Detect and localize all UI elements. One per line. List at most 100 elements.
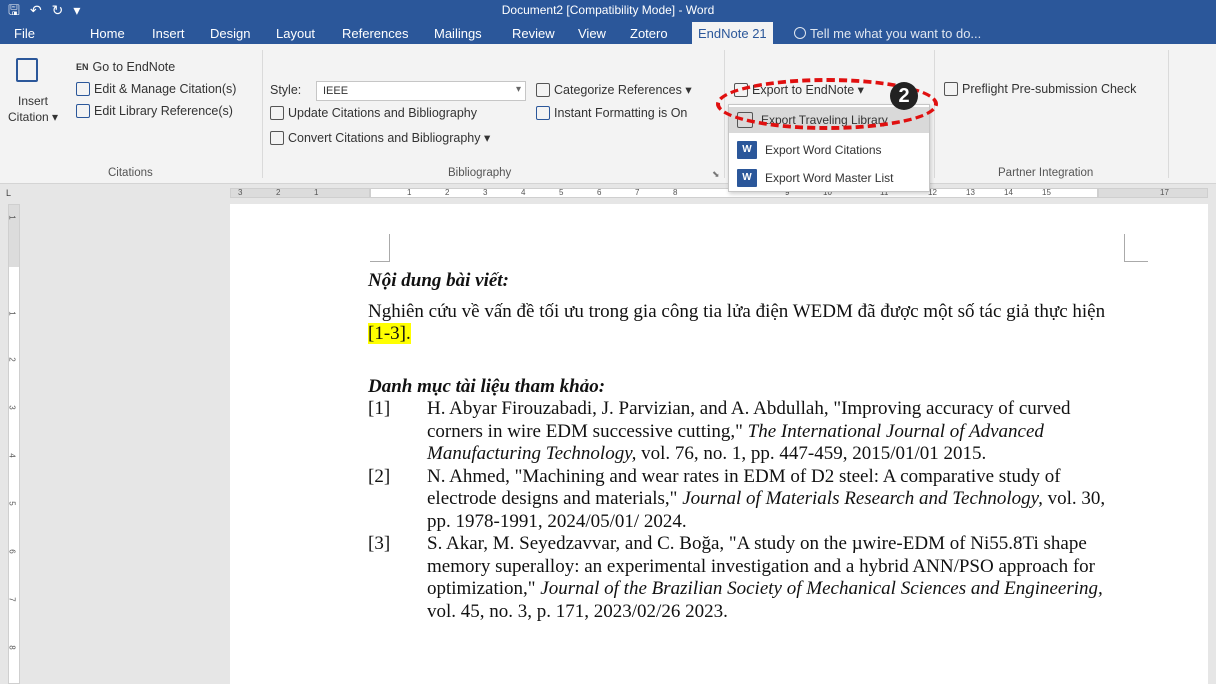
- instant-formatting-icon: [536, 106, 550, 120]
- citations-group-label: Citations: [108, 167, 153, 179]
- vertical-ruler: 1 1 2 3 4 5 6 7 8: [8, 204, 20, 684]
- tab-home[interactable]: Home: [90, 26, 125, 41]
- insert-label: Insert: [18, 94, 49, 108]
- ruler-label: 6: [7, 549, 17, 554]
- group-separator: [262, 50, 263, 178]
- style-select[interactable]: IEEE ▾: [316, 81, 526, 101]
- instant-formatting-label: Instant Formatting is On: [554, 106, 688, 120]
- preflight-label: Preflight Pre-submission Check: [962, 82, 1137, 96]
- reference-entry: [1] H. Abyar Firouzabadi, J. Parvizian, …: [368, 398, 1128, 466]
- document-icon: [944, 82, 958, 96]
- horizontal-ruler: L 3 2 1 1 2 3 4 5 6 7 8 9 10 11 12 13 14…: [0, 185, 1216, 201]
- style-value: IEEE: [323, 85, 349, 97]
- tab-view[interactable]: View: [578, 26, 606, 41]
- citation-field[interactable]: [1-3].: [368, 323, 411, 344]
- step-number-badge: 2: [890, 82, 918, 110]
- ruler-label: 5: [559, 188, 564, 197]
- ruler-label: 2: [445, 188, 450, 197]
- reference-journal: Journal of Materials Research and Techno…: [682, 488, 1043, 509]
- word-icon: W: [737, 169, 757, 187]
- edit-manage-citations-button[interactable]: Edit & Manage Citation(s): [76, 82, 236, 96]
- insert-citation-button[interactable]: [16, 58, 38, 82]
- document-page[interactable]: Nội dung bài viết: Nghiên cứu về vấn đề …: [230, 204, 1208, 684]
- reference-entry: [3] S. Akar, M. Seyedzavvar, and C. Boğa…: [368, 533, 1128, 623]
- tab-endnote[interactable]: EndNote 21: [692, 22, 773, 44]
- ruler-label: 4: [7, 453, 17, 458]
- group-separator: [934, 50, 935, 178]
- tab-zotero[interactable]: Zotero: [630, 26, 668, 41]
- tab-insert[interactable]: Insert: [152, 26, 185, 41]
- ruler-label: 7: [635, 188, 640, 197]
- tab-review[interactable]: Review: [512, 26, 555, 41]
- ruler-label: 1: [407, 188, 412, 197]
- tab-layout[interactable]: Layout: [276, 26, 315, 41]
- tab-selector-icon[interactable]: L: [6, 188, 11, 198]
- reference-number: [1]: [368, 398, 391, 419]
- ruler-label: 13: [966, 188, 975, 197]
- update-citations-button[interactable]: Update Citations and Bibliography: [270, 106, 477, 120]
- menu-item-export-word-citations[interactable]: W Export Word Citations: [729, 137, 929, 163]
- reference-details: vol. 76, no. 1, pp. 447-459, 2015/01/01 …: [636, 443, 987, 464]
- word-icon: W: [737, 141, 757, 159]
- update-label: Update Citations and Bibliography: [288, 106, 478, 120]
- ruler-margin-left: [230, 188, 370, 198]
- paragraph-text: Nghiên cứu về vấn đề tối ưu trong gia cô…: [368, 300, 1106, 322]
- instant-formatting-button[interactable]: Instant Formatting is On: [536, 106, 687, 120]
- dialog-launcher-icon[interactable]: ⬊: [712, 169, 720, 180]
- ribbon-tabs: File Home Insert Design Layout Reference…: [0, 20, 1216, 44]
- edit-library-icon: [76, 104, 90, 118]
- tab-references[interactable]: References: [342, 26, 408, 41]
- edit-manage-label: Edit & Manage Citation(s): [94, 82, 237, 96]
- tab-mailings[interactable]: Mailings: [434, 26, 482, 41]
- title-bar: 🖫 ↶ ↻ ▾ Document2 [Compatibility Mode] -…: [0, 0, 1216, 20]
- style-label: Style:: [270, 83, 302, 97]
- menu-item-export-word-master-list[interactable]: W Export Word Master List: [729, 165, 929, 191]
- reference-entry: [2] N. Ahmed, "Machining and wear rates …: [368, 466, 1128, 534]
- tell-me-search[interactable]: Tell me what you want to do...: [794, 26, 981, 41]
- menu-item-label: Export Word Master List: [765, 171, 894, 185]
- partner-integration-group-label: Partner Integration: [998, 167, 1094, 179]
- insert-citation-icon: [16, 58, 38, 82]
- ruler-label: 1: [314, 188, 319, 197]
- ruler-label: 1: [7, 215, 17, 220]
- convert-icon: [270, 130, 284, 145]
- body-paragraph: Nghiên cứu về vấn đề tối ưu trong gia cô…: [368, 301, 1128, 346]
- ruler-label: 8: [7, 645, 17, 650]
- convert-citations-button[interactable]: Convert Citations and Bibliography ▾: [270, 130, 490, 145]
- go-to-endnote-label: Go to EndNote: [92, 60, 176, 74]
- tell-me-text: Tell me what you want to do...: [810, 26, 982, 41]
- heading-content: Nội dung bài viết:: [368, 270, 509, 291]
- ruler-label: 4: [521, 188, 526, 197]
- tab-file[interactable]: File: [14, 26, 35, 41]
- go-to-endnote-button[interactable]: EN Go to EndNote: [76, 60, 175, 74]
- categorize-references-button[interactable]: Categorize References ▾: [536, 82, 692, 97]
- ruler-label: 3: [238, 188, 243, 197]
- ruler-label: 14: [1004, 188, 1013, 197]
- group-separator: [1168, 50, 1169, 178]
- citation-label[interactable]: Citation ▾: [8, 110, 58, 124]
- reference-number: [3]: [368, 533, 391, 554]
- heading-references: Danh mục tài liệu tham khảo:: [368, 375, 606, 397]
- edit-library-reference-button[interactable]: Edit Library Reference(s): [76, 104, 233, 118]
- ruler-label: 2: [7, 357, 17, 362]
- ruler-label: 17: [1160, 188, 1169, 197]
- ruler-label: 8: [673, 188, 678, 197]
- chevron-down-icon: ▾: [515, 84, 521, 95]
- update-icon: [270, 106, 284, 120]
- document-body[interactable]: Nội dung bài viết: Nghiên cứu về vấn đề …: [368, 270, 1128, 623]
- edit-citation-icon: [76, 82, 90, 96]
- tab-design[interactable]: Design: [210, 26, 250, 41]
- margin-corner-mark: [1124, 234, 1148, 262]
- edit-library-label: Edit Library Reference(s): [94, 104, 233, 118]
- window-title: Document2 [Compatibility Mode] - Word: [501, 3, 715, 17]
- reference-journal: Journal of the Brazilian Society of Mech…: [540, 578, 1103, 599]
- categorize-label: Categorize References ▾: [554, 83, 692, 97]
- ruler-label: 3: [483, 188, 488, 197]
- ruler-label: 15: [1042, 188, 1051, 197]
- preflight-check-button[interactable]: Preflight Pre-submission Check: [944, 82, 1136, 96]
- ruler-label: 1: [7, 311, 17, 316]
- ruler-margin-right: [1098, 188, 1208, 198]
- reference-number: [2]: [368, 465, 391, 487]
- convert-label: Convert Citations and Bibliography ▾: [288, 131, 491, 145]
- ruler-label: 7: [7, 597, 17, 602]
